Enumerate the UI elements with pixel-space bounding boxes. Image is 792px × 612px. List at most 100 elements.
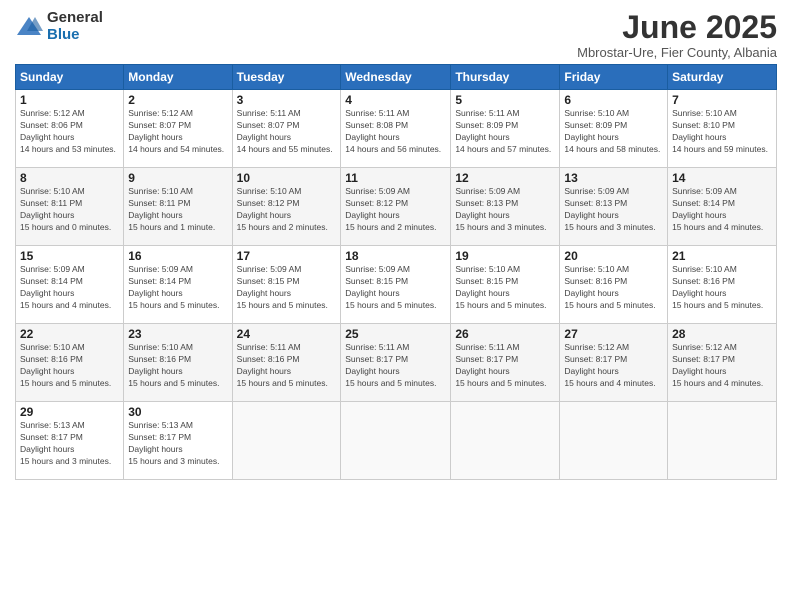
day-number: 10 (237, 171, 337, 185)
calendar-cell (451, 402, 560, 480)
day-number: 13 (564, 171, 663, 185)
day-info: Sunrise: 5:09 AMSunset: 8:15 PMDaylight … (345, 264, 436, 310)
day-number: 8 (20, 171, 119, 185)
calendar-cell: 29Sunrise: 5:13 AMSunset: 8:17 PMDayligh… (16, 402, 124, 480)
day-number: 14 (672, 171, 772, 185)
calendar-cell (668, 402, 777, 480)
logo-blue: Blue (47, 27, 103, 44)
day-number: 9 (128, 171, 227, 185)
calendar-cell: 17Sunrise: 5:09 AMSunset: 8:15 PMDayligh… (232, 246, 341, 324)
title-block: June 2025 Mbrostar-Ure, Fier County, Alb… (577, 10, 777, 60)
day-number: 19 (455, 249, 555, 263)
day-number: 15 (20, 249, 119, 263)
calendar-week-1: 1Sunrise: 5:12 AMSunset: 8:06 PMDaylight… (16, 90, 777, 168)
calendar-cell: 6Sunrise: 5:10 AMSunset: 8:09 PMDaylight… (560, 90, 668, 168)
day-number: 17 (237, 249, 337, 263)
day-info: Sunrise: 5:10 AMSunset: 8:11 PMDaylight … (128, 186, 215, 232)
calendar-cell (341, 402, 451, 480)
day-info: Sunrise: 5:09 AMSunset: 8:12 PMDaylight … (345, 186, 436, 232)
day-info: Sunrise: 5:10 AMSunset: 8:16 PMDaylight … (20, 342, 111, 388)
calendar-cell: 30Sunrise: 5:13 AMSunset: 8:17 PMDayligh… (124, 402, 232, 480)
day-info: Sunrise: 5:11 AMSunset: 8:16 PMDaylight … (237, 342, 328, 388)
day-info: Sunrise: 5:11 AMSunset: 8:07 PMDaylight … (237, 108, 333, 154)
calendar-cell: 3Sunrise: 5:11 AMSunset: 8:07 PMDaylight… (232, 90, 341, 168)
logo-icon (15, 13, 43, 41)
day-info: Sunrise: 5:11 AMSunset: 8:09 PMDaylight … (455, 108, 551, 154)
calendar-cell: 9Sunrise: 5:10 AMSunset: 8:11 PMDaylight… (124, 168, 232, 246)
day-info: Sunrise: 5:11 AMSunset: 8:08 PMDaylight … (345, 108, 441, 154)
calendar-cell: 27Sunrise: 5:12 AMSunset: 8:17 PMDayligh… (560, 324, 668, 402)
calendar-cell: 4Sunrise: 5:11 AMSunset: 8:08 PMDaylight… (341, 90, 451, 168)
day-info: Sunrise: 5:10 AMSunset: 8:16 PMDaylight … (128, 342, 219, 388)
calendar-title: June 2025 (577, 10, 777, 45)
day-info: Sunrise: 5:12 AMSunset: 8:06 PMDaylight … (20, 108, 116, 154)
calendar-cell: 15Sunrise: 5:09 AMSunset: 8:14 PMDayligh… (16, 246, 124, 324)
day-number: 24 (237, 327, 337, 341)
calendar-cell: 18Sunrise: 5:09 AMSunset: 8:15 PMDayligh… (341, 246, 451, 324)
day-number: 4 (345, 93, 446, 107)
calendar-week-3: 15Sunrise: 5:09 AMSunset: 8:14 PMDayligh… (16, 246, 777, 324)
day-number: 28 (672, 327, 772, 341)
day-info: Sunrise: 5:09 AMSunset: 8:13 PMDaylight … (455, 186, 546, 232)
calendar-cell: 23Sunrise: 5:10 AMSunset: 8:16 PMDayligh… (124, 324, 232, 402)
day-info: Sunrise: 5:11 AMSunset: 8:17 PMDaylight … (455, 342, 546, 388)
day-info: Sunrise: 5:10 AMSunset: 8:12 PMDaylight … (237, 186, 328, 232)
logo-text: General Blue (47, 10, 103, 43)
day-number: 20 (564, 249, 663, 263)
calendar-table: Sunday Monday Tuesday Wednesday Thursday… (15, 64, 777, 480)
day-info: Sunrise: 5:09 AMSunset: 8:14 PMDaylight … (20, 264, 111, 310)
calendar-cell: 16Sunrise: 5:09 AMSunset: 8:14 PMDayligh… (124, 246, 232, 324)
day-info: Sunrise: 5:12 AMSunset: 8:17 PMDaylight … (564, 342, 655, 388)
day-number: 18 (345, 249, 446, 263)
day-info: Sunrise: 5:13 AMSunset: 8:17 PMDaylight … (20, 420, 111, 466)
calendar-week-4: 22Sunrise: 5:10 AMSunset: 8:16 PMDayligh… (16, 324, 777, 402)
calendar-cell: 21Sunrise: 5:10 AMSunset: 8:16 PMDayligh… (668, 246, 777, 324)
calendar-cell: 10Sunrise: 5:10 AMSunset: 8:12 PMDayligh… (232, 168, 341, 246)
calendar-cell: 5Sunrise: 5:11 AMSunset: 8:09 PMDaylight… (451, 90, 560, 168)
calendar-cell: 12Sunrise: 5:09 AMSunset: 8:13 PMDayligh… (451, 168, 560, 246)
page: General Blue June 2025 Mbrostar-Ure, Fie… (0, 0, 792, 612)
calendar-cell: 11Sunrise: 5:09 AMSunset: 8:12 PMDayligh… (341, 168, 451, 246)
day-number: 12 (455, 171, 555, 185)
day-number: 5 (455, 93, 555, 107)
day-info: Sunrise: 5:10 AMSunset: 8:10 PMDaylight … (672, 108, 768, 154)
col-tuesday: Tuesday (232, 65, 341, 90)
header: General Blue June 2025 Mbrostar-Ure, Fie… (15, 10, 777, 60)
col-friday: Friday (560, 65, 668, 90)
day-number: 25 (345, 327, 446, 341)
calendar-cell: 20Sunrise: 5:10 AMSunset: 8:16 PMDayligh… (560, 246, 668, 324)
day-number: 27 (564, 327, 663, 341)
calendar-cell: 26Sunrise: 5:11 AMSunset: 8:17 PMDayligh… (451, 324, 560, 402)
day-number: 30 (128, 405, 227, 419)
day-info: Sunrise: 5:10 AMSunset: 8:11 PMDaylight … (20, 186, 111, 232)
calendar-cell: 25Sunrise: 5:11 AMSunset: 8:17 PMDayligh… (341, 324, 451, 402)
day-info: Sunrise: 5:10 AMSunset: 8:16 PMDaylight … (564, 264, 655, 310)
day-info: Sunrise: 5:12 AMSunset: 8:07 PMDaylight … (128, 108, 224, 154)
col-monday: Monday (124, 65, 232, 90)
calendar-cell: 19Sunrise: 5:10 AMSunset: 8:15 PMDayligh… (451, 246, 560, 324)
day-info: Sunrise: 5:09 AMSunset: 8:15 PMDaylight … (237, 264, 328, 310)
day-info: Sunrise: 5:10 AMSunset: 8:09 PMDaylight … (564, 108, 660, 154)
day-info: Sunrise: 5:11 AMSunset: 8:17 PMDaylight … (345, 342, 436, 388)
day-number: 1 (20, 93, 119, 107)
calendar-subtitle: Mbrostar-Ure, Fier County, Albania (577, 45, 777, 60)
calendar-cell: 24Sunrise: 5:11 AMSunset: 8:16 PMDayligh… (232, 324, 341, 402)
logo: General Blue (15, 10, 103, 43)
calendar-cell: 1Sunrise: 5:12 AMSunset: 8:06 PMDaylight… (16, 90, 124, 168)
calendar-cell: 2Sunrise: 5:12 AMSunset: 8:07 PMDaylight… (124, 90, 232, 168)
col-wednesday: Wednesday (341, 65, 451, 90)
day-info: Sunrise: 5:12 AMSunset: 8:17 PMDaylight … (672, 342, 763, 388)
col-sunday: Sunday (16, 65, 124, 90)
day-number: 22 (20, 327, 119, 341)
calendar-cell: 28Sunrise: 5:12 AMSunset: 8:17 PMDayligh… (668, 324, 777, 402)
header-row: Sunday Monday Tuesday Wednesday Thursday… (16, 65, 777, 90)
day-info: Sunrise: 5:13 AMSunset: 8:17 PMDaylight … (128, 420, 219, 466)
calendar-cell (232, 402, 341, 480)
day-number: 11 (345, 171, 446, 185)
col-saturday: Saturday (668, 65, 777, 90)
calendar-week-5: 29Sunrise: 5:13 AMSunset: 8:17 PMDayligh… (16, 402, 777, 480)
day-info: Sunrise: 5:09 AMSunset: 8:13 PMDaylight … (564, 186, 655, 232)
day-number: 16 (128, 249, 227, 263)
day-info: Sunrise: 5:10 AMSunset: 8:15 PMDaylight … (455, 264, 546, 310)
day-number: 21 (672, 249, 772, 263)
